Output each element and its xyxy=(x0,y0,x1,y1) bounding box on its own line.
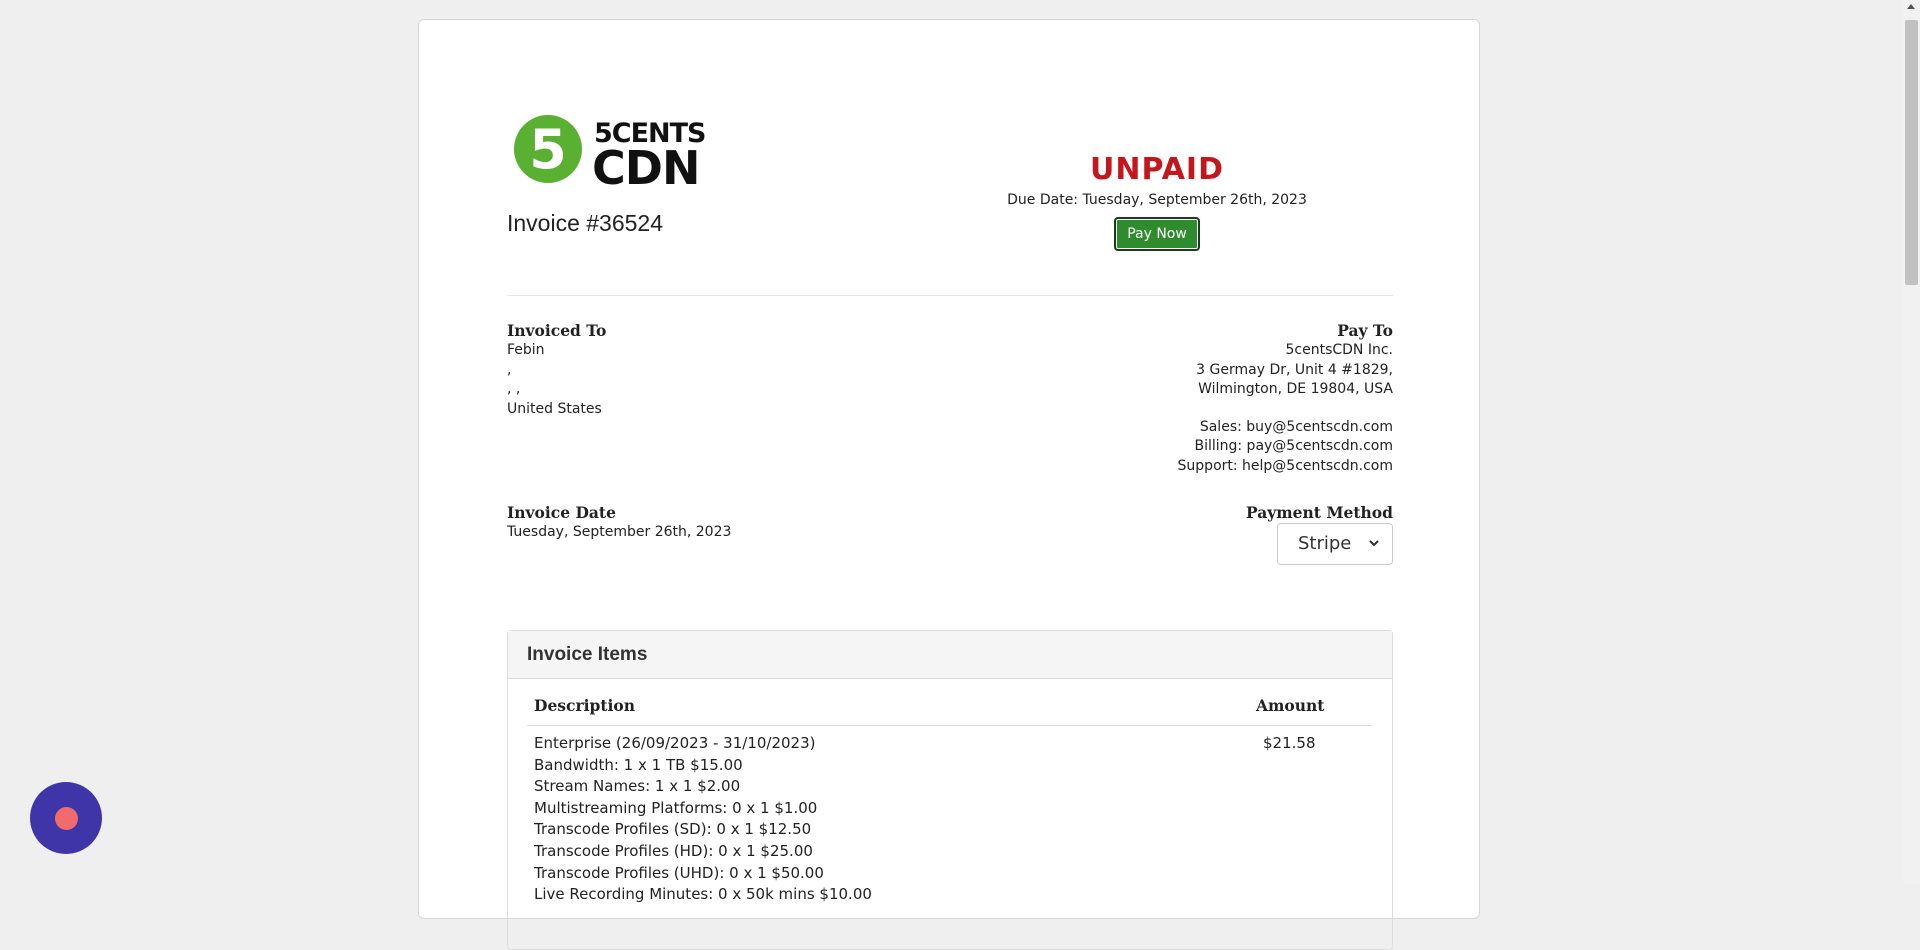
scrollbar-thumb[interactable] xyxy=(1905,20,1918,285)
invoice-date-heading: Invoice Date xyxy=(507,503,616,522)
item-amount: $21.58 xyxy=(1263,734,1316,752)
payment-method-value: Stripe xyxy=(1298,533,1352,554)
invoiced-to-block: Invoiced To Febin , , , United States xyxy=(507,320,606,419)
pay-to-contact: Billing: pay@5centscdn.com xyxy=(1194,438,1393,454)
invoiced-to-line: , , xyxy=(507,381,521,397)
item-description-line: Bandwidth: 1 x 1 TB $15.00 xyxy=(534,755,743,774)
invoiced-to-line: , xyxy=(507,361,512,378)
item-description-line: Stream Names: 1 x 1 $2.00 xyxy=(534,777,741,796)
status-block: UNPAID Due Date: Tuesday, September 26th… xyxy=(987,152,1327,251)
invoice-number: Invoice #36524 xyxy=(507,210,664,236)
pay-to-contact: Sales: buy@5centscdn.com xyxy=(1199,418,1393,435)
pay-to-line: 5centsCDN Inc. xyxy=(1285,342,1393,358)
chevron-down-icon xyxy=(1368,524,1380,580)
logo-text-bottom: CDN xyxy=(592,141,699,190)
due-date: Due Date: Tuesday, September 26th, 2023 xyxy=(1007,192,1307,208)
item-description: Enterprise (26/09/2023 - 31/10/2023) Ban… xyxy=(534,733,1371,906)
chat-widget-button[interactable] xyxy=(30,782,102,854)
page-scrollbar[interactable] xyxy=(1903,0,1920,884)
invoice-items-panel: Invoice Items Description Amount Enterpr… xyxy=(507,630,1393,950)
invoice-date-block: Invoice Date Tuesday, September 26th, 20… xyxy=(507,502,731,543)
invoiced-to-line: United States xyxy=(507,400,602,417)
company-logo: 5 5CENTS CDN xyxy=(514,115,707,190)
payment-method-block: Payment Method xyxy=(1246,502,1393,523)
table-row: Enterprise (26/09/2023 - 31/10/2023) Ban… xyxy=(527,726,1371,906)
item-description-line: Transcode Profiles (UHD): 0 x 1 $50.00 xyxy=(534,863,824,882)
pay-to-line: 3 Germay Dr, Unit 4 #1829, xyxy=(1196,361,1393,378)
chat-indicator-icon xyxy=(55,807,78,830)
pay-now-button[interactable]: Pay Now xyxy=(1114,217,1200,251)
item-description-line: Transcode Profiles (SD): 0 x 1 $12.50 xyxy=(534,820,812,839)
table-header-row: Description Amount xyxy=(527,691,1371,726)
logo-numeral: 5 xyxy=(529,118,567,181)
pay-to-contact: Support: help@5centscdn.com xyxy=(1177,457,1393,474)
pay-to-line: Wilmington, DE 19804, USA xyxy=(1198,381,1393,397)
invoiced-to-heading: Invoiced To xyxy=(507,321,607,340)
invoice-date-value: Tuesday, September 26th, 2023 xyxy=(507,524,732,540)
pay-to-block: Pay To 5centsCDN Inc. 3 Germay Dr, Unit … xyxy=(1178,320,1393,476)
pay-to-heading: Pay To xyxy=(1337,321,1393,340)
scroll-up-arrow-icon[interactable] xyxy=(1907,4,1915,9)
status-badge: UNPAID xyxy=(1090,152,1224,187)
column-header-amount: Amount xyxy=(1256,696,1325,715)
invoiced-to-line: Febin xyxy=(507,342,545,358)
item-description-line: Multistreaming Platforms: 0 x 1 $1.00 xyxy=(534,798,818,817)
invoice-items-table: Description Amount Enterprise (26/09/202… xyxy=(527,691,1371,906)
column-header-description: Description xyxy=(534,696,636,715)
item-description-line: Transcode Profiles (HD): 0 x 1 $25.00 xyxy=(534,841,813,860)
invoice-items-title: Invoice Items xyxy=(508,631,1392,679)
header-divider xyxy=(507,295,1393,296)
item-description-line: Live Recording Minutes: 0 x 50k mins $10… xyxy=(534,885,872,904)
invoice-page: 5 5CENTS CDN Invoice #36524 UNPAID Due D… xyxy=(418,19,1480,950)
payment-method-heading: Payment Method xyxy=(1245,503,1393,522)
item-description-line: Enterprise (26/09/2023 - 31/10/2023) xyxy=(534,734,816,752)
payment-method-select[interactable]: Stripe xyxy=(1277,523,1393,565)
